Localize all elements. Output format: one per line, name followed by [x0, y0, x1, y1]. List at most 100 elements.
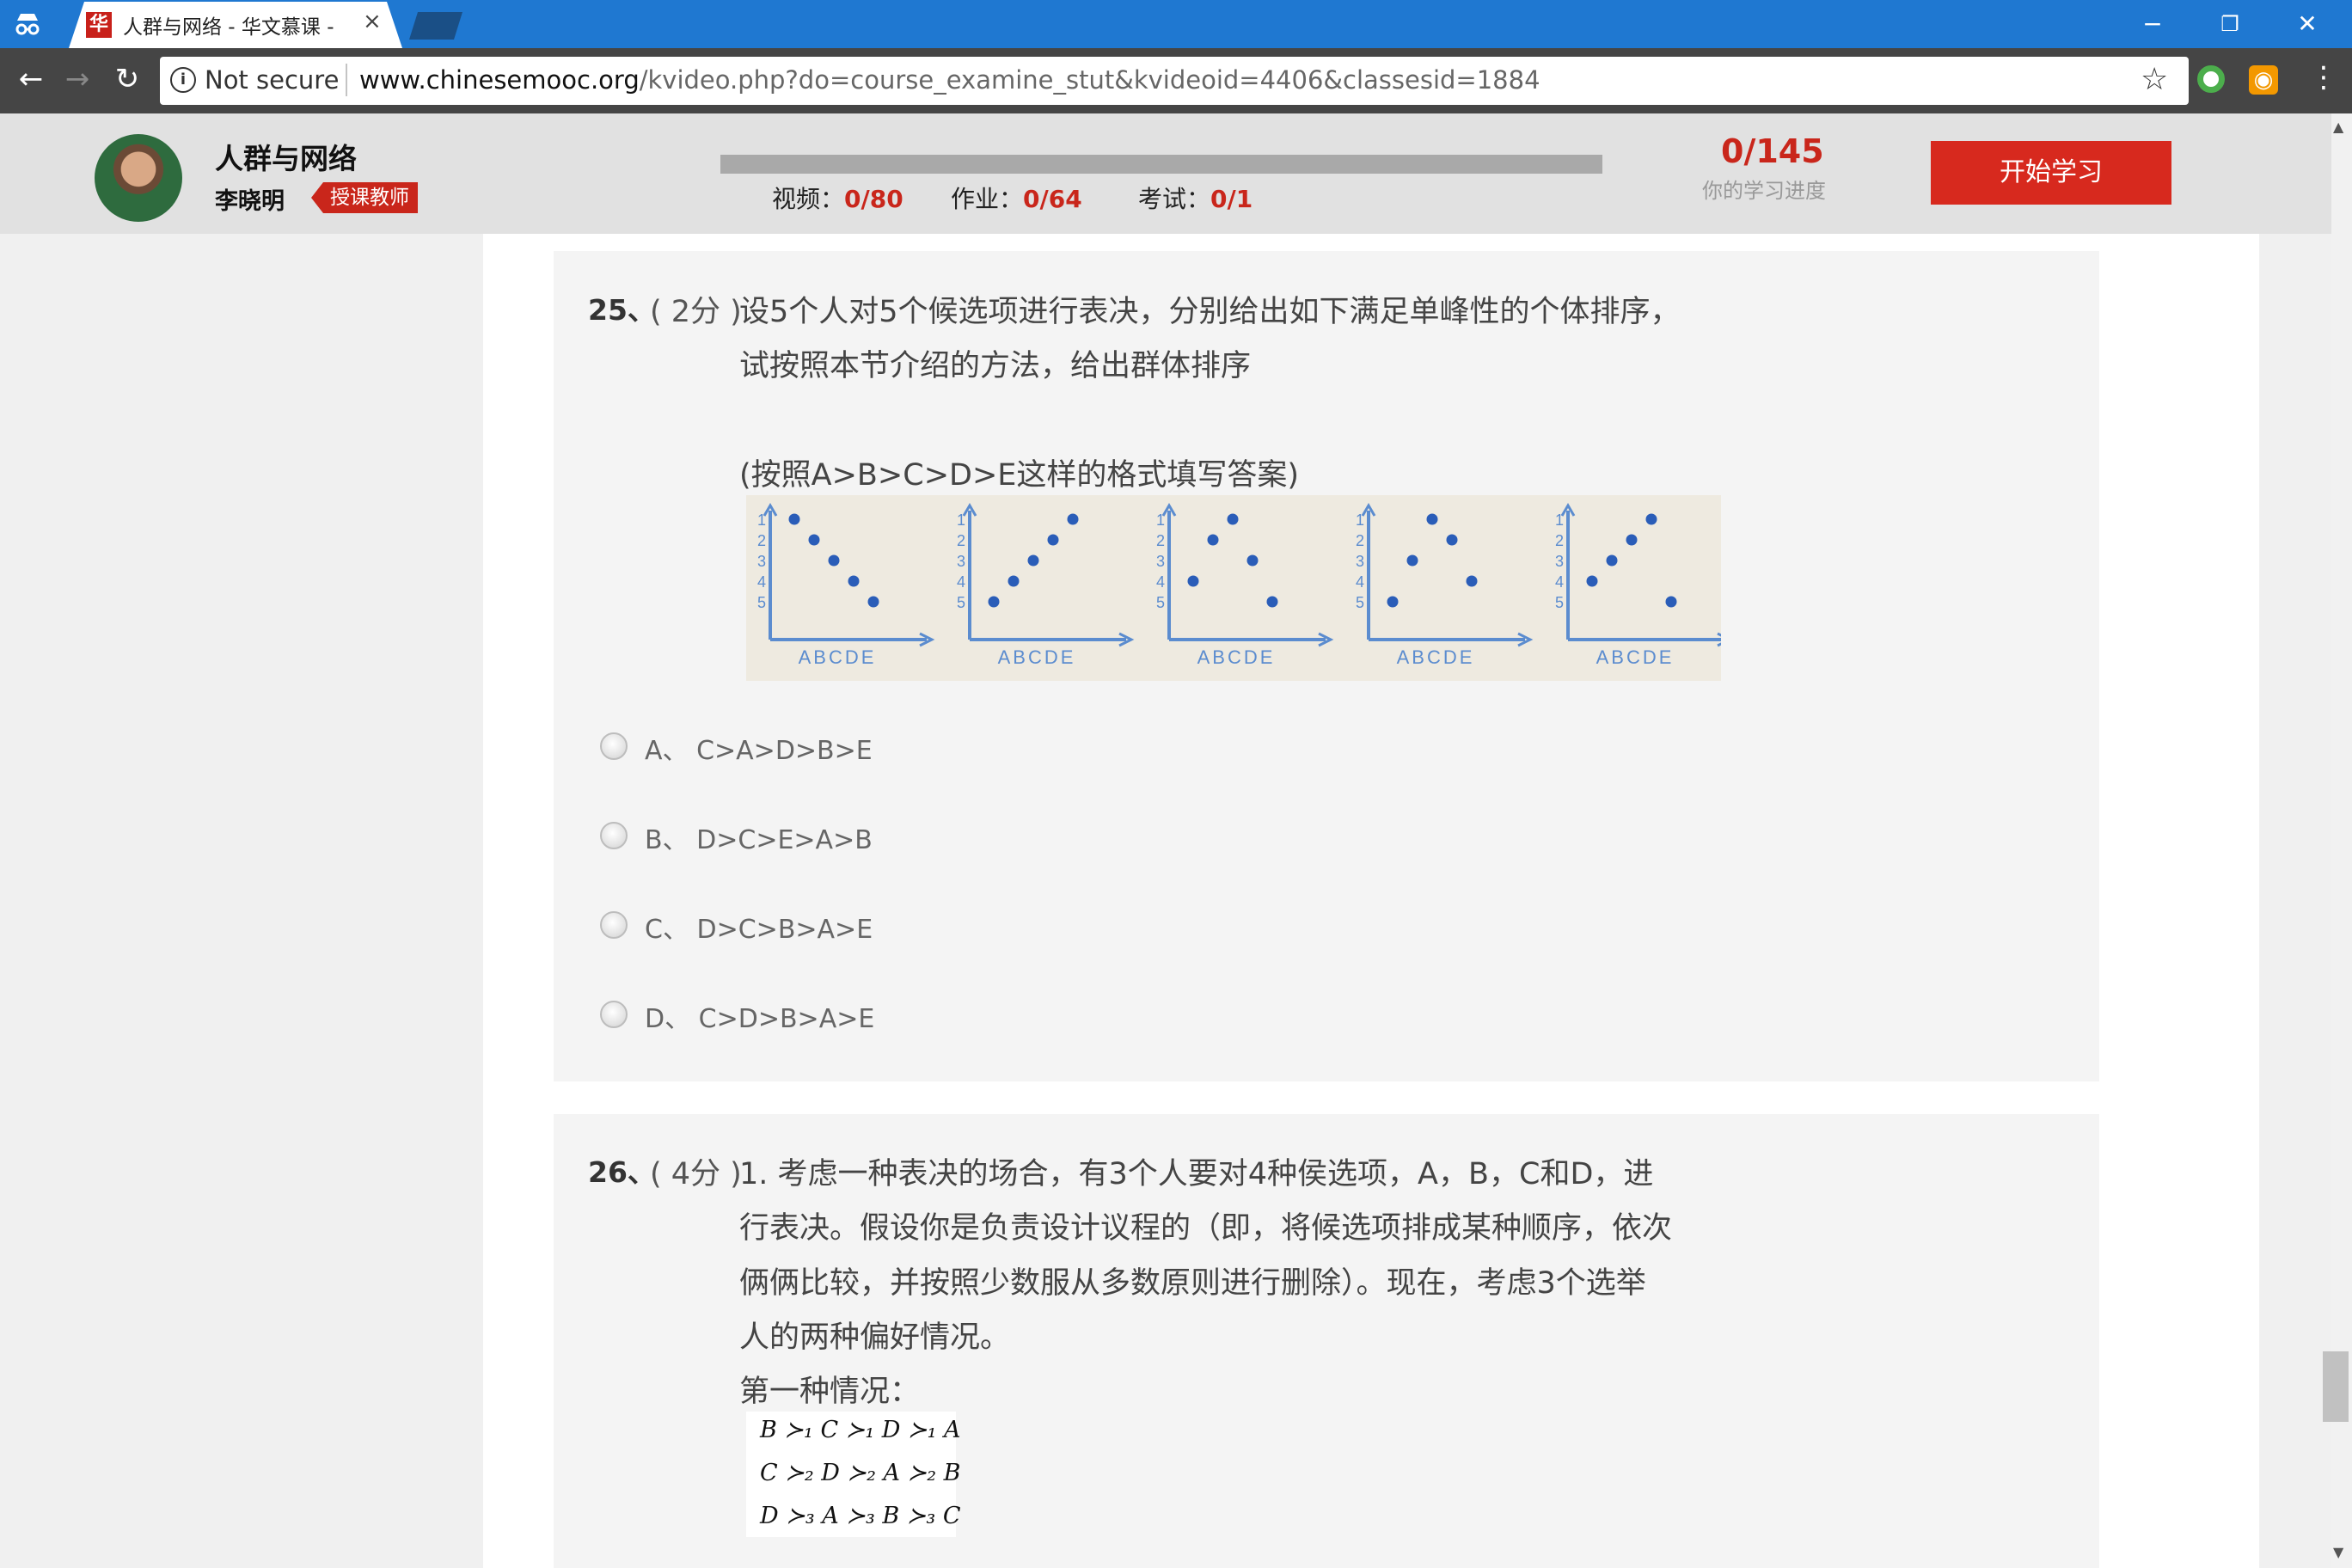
option-letter: B、	[645, 825, 689, 855]
rank-point	[828, 554, 840, 567]
ranking-plot: 1 2 3 4 5 ABCDE	[1156, 503, 1334, 668]
rank-point	[808, 534, 820, 546]
close-window-icon[interactable]: ✕	[2282, 5, 2333, 43]
option-text: D>C>B>A>E	[696, 915, 873, 945]
y-tick-label: 1	[1356, 511, 1364, 529]
y-tick-label: 2	[957, 532, 965, 549]
info-icon[interactable]: i	[170, 67, 196, 93]
url-text[interactable]: www.chinesemooc.org/kvideo.php?do=course…	[359, 65, 1540, 95]
scrollbar[interactable]	[2331, 113, 2352, 1568]
ranking-plot: 1 2 3 4 5 ABCDE	[1356, 503, 1534, 668]
y-tick-label: 4	[1356, 573, 1364, 591]
option-b[interactable]: B、 D>C>E>A>B	[645, 818, 873, 856]
browser-menu-icon[interactable]: ⋮	[2309, 60, 2338, 95]
stat-homework: 作业：0/64	[951, 181, 1082, 215]
option-c[interactable]: C、 D>C>B>A>E	[645, 908, 873, 946]
stat-video-value: 0/80	[844, 185, 903, 213]
tab-close-icon[interactable]: ×	[363, 9, 382, 34]
teacher-avatar	[95, 134, 182, 222]
option-radio-a[interactable]	[600, 732, 628, 760]
bookmark-star-icon[interactable]: ☆	[2141, 62, 2168, 97]
y-tick-label: 5	[1555, 594, 1564, 611]
rank-point	[1446, 534, 1458, 546]
option-radio-b[interactable]	[600, 822, 628, 849]
option-a[interactable]: A、 C>A>D>B>E	[645, 729, 873, 767]
question-text-line: 行表决。假设你是负责设计议程的（即，将候选项排成某种顺序，依次	[739, 1211, 1673, 1246]
url-path: /kvideo.php?do=course_examine_stut&kvide…	[639, 65, 1540, 95]
option-d[interactable]: D、 C>D>B>A>E	[645, 997, 874, 1035]
rank-point	[788, 513, 800, 525]
y-tick-label: 5	[1156, 594, 1165, 611]
ranking-plot: 1 2 3 4 5 ABCDE	[957, 503, 1135, 668]
option-radio-c[interactable]	[600, 911, 628, 939]
scroll-up-icon[interactable]: ▲	[2333, 119, 2343, 135]
extension-ring-icon[interactable]	[2197, 65, 2225, 93]
course-title: 人群与网络	[215, 142, 357, 175]
reload-icon[interactable]: ↻	[108, 60, 146, 98]
rank-point	[1665, 596, 1677, 608]
progress-caption: 你的学习进度	[1702, 179, 1826, 203]
scroll-down-icon[interactable]: ▼	[2333, 1544, 2343, 1560]
restore-icon[interactable]: ❐	[2204, 5, 2256, 43]
start-learning-button[interactable]: 开始学习	[1931, 141, 2171, 205]
stat-homework-value: 0/64	[1023, 185, 1082, 213]
y-tick-label: 3	[1555, 553, 1564, 570]
option-letter: D、	[645, 1004, 691, 1034]
y-tick-label: 1	[757, 511, 766, 529]
scrollbar-thumb[interactable]	[2323, 1351, 2349, 1422]
progress-count: 0/145	[1721, 132, 1824, 170]
y-tick-label: 1	[957, 511, 965, 529]
not-secure-label[interactable]: Not secure	[205, 65, 339, 95]
option-radio-d[interactable]	[600, 1001, 628, 1028]
rank-point	[1406, 554, 1418, 567]
y-tick-label: 2	[1356, 532, 1364, 549]
rank-point	[988, 596, 1000, 608]
ranking-plot: 1 2 3 4 5 ABCDE	[757, 503, 935, 668]
new-tab-button[interactable]	[409, 12, 462, 40]
stat-homework-label: 作业：	[951, 185, 1024, 213]
rank-point	[1047, 534, 1059, 546]
question-score: ( 4分 )	[650, 1157, 742, 1191]
minimize-icon[interactable]: −	[2127, 5, 2178, 43]
rank-point	[1626, 534, 1638, 546]
rss-icon[interactable]: ◉	[2249, 65, 2278, 95]
y-tick-label: 1	[1156, 511, 1165, 529]
y-tick-label: 4	[1156, 573, 1165, 591]
rank-point	[1645, 513, 1657, 525]
option-text: C>A>D>B>E	[696, 736, 873, 766]
stat-exam-value: 0/1	[1210, 185, 1253, 213]
formula-row: C ≻₂ D ≻₂ A ≻₂ B	[760, 1460, 961, 1486]
progress-bar	[720, 155, 1602, 174]
rank-point	[1586, 575, 1598, 587]
option-letter: A、	[645, 736, 689, 766]
url-host: www.chinesemooc.org	[359, 65, 640, 95]
rank-point	[1207, 534, 1219, 546]
back-icon[interactable]: ←	[12, 60, 50, 98]
teacher-badge: 授课教师	[311, 182, 418, 213]
x-axis-label: ABCDE	[1197, 646, 1276, 668]
option-letter: C、	[645, 915, 689, 945]
stat-video-label: 视频：	[772, 185, 845, 213]
rank-point	[1027, 554, 1039, 567]
tab-title[interactable]: 人群与网络 - 华文慕课 -	[123, 10, 355, 40]
rank-point	[1606, 554, 1618, 567]
option-text: C>D>B>A>E	[698, 1004, 875, 1034]
rank-point	[1227, 513, 1239, 525]
question-text-line: 设5个人对5个候选项进行表决，分别给出如下满足单峰性的个体排序，	[739, 295, 1681, 329]
option-text: D>C>E>A>B	[696, 825, 873, 855]
y-tick-label: 2	[1555, 532, 1564, 549]
x-axis-label: ABCDE	[1596, 646, 1675, 668]
question-text-line: 第一种情况：	[739, 1375, 921, 1409]
question-text-line: 俩俩比较，并按照少数服从多数原则进行删除）。现在，考虑3个选举	[739, 1266, 1646, 1301]
stat-exam: 考试：0/1	[1138, 181, 1253, 215]
y-tick-label: 3	[1156, 553, 1165, 570]
forward-icon[interactable]: →	[58, 60, 96, 98]
single-peak-figure: 1 2 3 4 5 ABCDE 1 2 3 4 5 ABCDE 1 2 3 4 5 ABCDE 1 2 3 4 5 ABCDE…	[746, 495, 1721, 681]
stat-video: 视频：0/80	[772, 181, 903, 215]
ranking-plots: 1 2 3 4 5 ABCDE 1 2 3 4 5 ABCDE 1 2 3 4 5 ABCDE 1 2 3 4 5 ABCDE…	[757, 503, 1721, 668]
rank-point	[1246, 554, 1259, 567]
preference-formula: B ≻₁ C ≻₁ D ≻₁ A C ≻₂ D ≻₂ A ≻₂ B D ≻₃ A…	[746, 1412, 960, 1537]
y-tick-label: 4	[757, 573, 766, 591]
x-axis-label: ABCDE	[799, 646, 877, 668]
rank-point	[867, 596, 879, 608]
